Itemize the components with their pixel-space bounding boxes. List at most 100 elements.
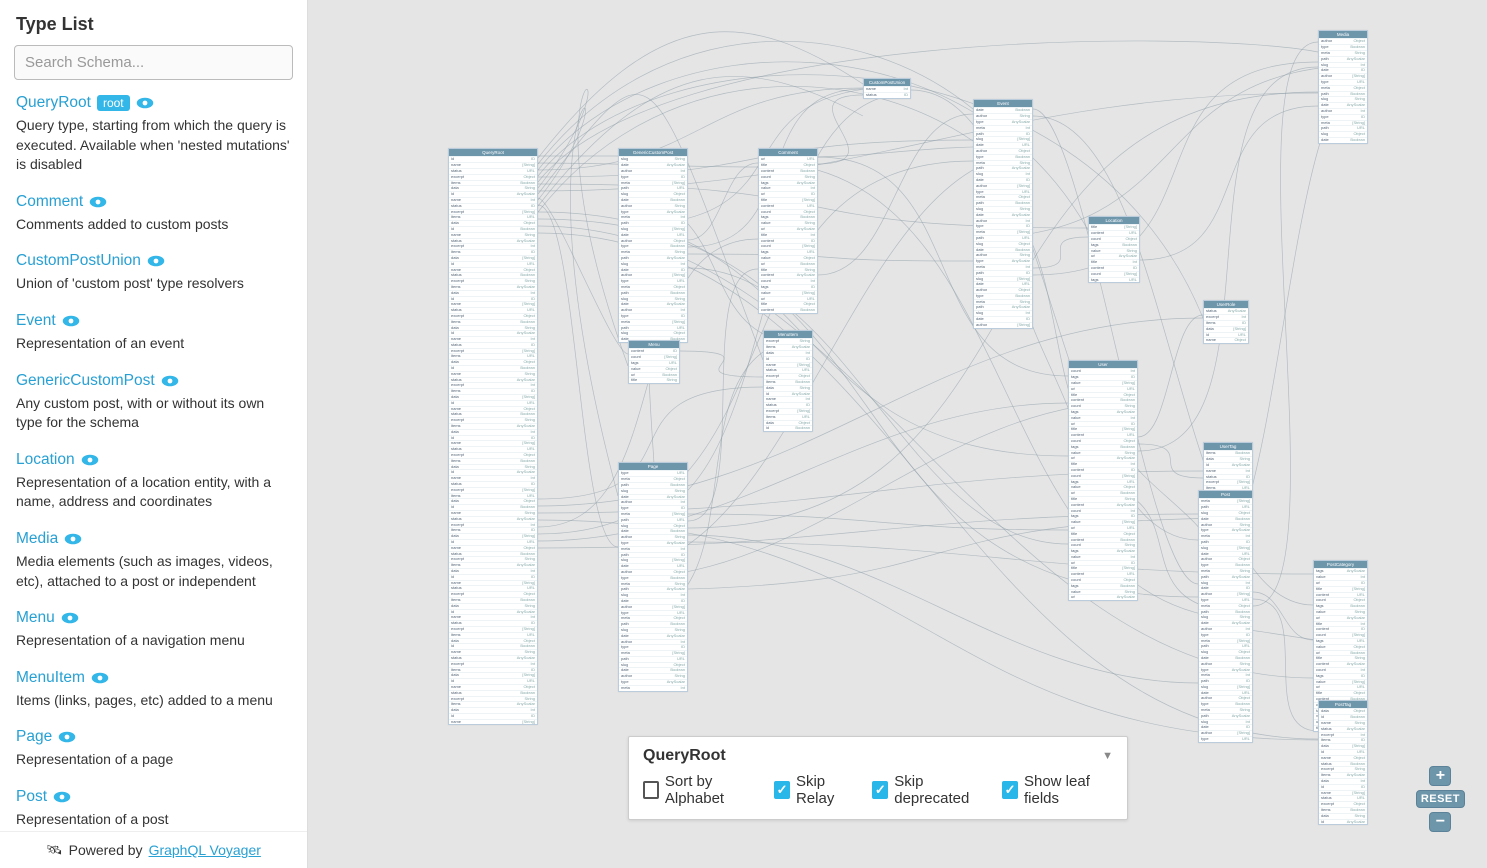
node-header: User — [1069, 361, 1137, 368]
node-header: GenericCustomPost — [619, 149, 687, 156]
graph-canvas[interactable]: QueryRootidIDname[String]statusURLexcerp… — [308, 0, 1487, 868]
eye-icon[interactable] — [62, 314, 80, 328]
type-link[interactable]: Page — [16, 728, 52, 746]
search-input[interactable] — [14, 45, 293, 80]
eye-icon[interactable] — [81, 453, 99, 467]
node-header: Menu — [629, 341, 679, 348]
type-description: Representation of a page — [16, 750, 291, 770]
checkbox-icon — [872, 781, 888, 799]
node-header: Location — [1089, 217, 1139, 224]
type-item-queryroot: QueryRoot root Query type, starting from w… — [16, 94, 291, 175]
bottom-toolbar: QueryRoot ▼ Sort by Alphabet Skip Relay Sk… — [628, 736, 1128, 820]
type-link[interactable]: QueryRoot — [16, 94, 91, 112]
type-link[interactable]: Comment — [16, 193, 83, 211]
type-item-custompostunion: CustomPostUnionUnion of 'custom post' ty… — [16, 252, 291, 294]
checkbox-icon — [1002, 781, 1018, 799]
root-type-name: QueryRoot — [643, 747, 726, 765]
option-show-leaf-fields[interactable]: Show leaf fields — [1002, 773, 1113, 807]
node-header: Media — [1319, 31, 1367, 38]
graph-node-page[interactable]: PagetypeURLmetaObjectpathBooleanslugStri… — [618, 462, 688, 692]
chevron-down-icon: ▼ — [1102, 750, 1113, 762]
type-link[interactable]: Event — [16, 312, 56, 330]
eye-icon[interactable] — [89, 195, 107, 209]
node-header: QueryRoot — [449, 149, 537, 156]
graph-node-userrole[interactable]: UserRolestatusAnyScalarexcerptIntitemsID… — [1203, 300, 1249, 344]
node-header: PostCategory — [1314, 561, 1367, 568]
zoom-controls: + RESET − — [1416, 766, 1465, 832]
type-description: Any custom post, with or without its own… — [16, 394, 291, 433]
type-item-location: Location Representation of a location ent… — [16, 451, 291, 512]
type-link[interactable]: GenericCustomPost — [16, 372, 155, 390]
type-description: Representation of a location entity, wit… — [16, 473, 291, 512]
type-description: Items (links, pages, etc) added to a men… — [16, 691, 291, 711]
sidebar-title: Type List — [0, 0, 307, 45]
option-sort-by-alphabet[interactable]: Sort by Alphabet — [643, 773, 758, 807]
option-label: Sort by Alphabet — [665, 773, 758, 807]
node-header: Comment — [759, 149, 817, 156]
zoom-reset-button[interactable]: RESET — [1416, 790, 1465, 808]
checkbox-icon — [643, 781, 659, 799]
option-label: Skip Relay — [796, 773, 856, 807]
type-description: Media elements (such as images, videos, … — [16, 552, 291, 591]
eye-icon[interactable] — [61, 611, 79, 625]
type-item-event: Event Representation of an event — [16, 312, 291, 354]
node-header: Page — [619, 463, 687, 470]
eye-icon[interactable] — [58, 730, 76, 744]
graph-node-post[interactable]: Postmeta[String]pathURLslugObjectdateBoo… — [1198, 490, 1253, 743]
graph-node-queryroot[interactable]: QueryRootidIDname[String]statusURLexcerp… — [448, 148, 538, 725]
search-wrap — [0, 45, 307, 90]
type-link[interactable]: Location — [16, 451, 75, 469]
option-skip-deprecated[interactable]: Skip deprecated — [872, 773, 986, 807]
graph-node-comment[interactable]: CommenturlURLtitleObjectcontentBooleanco… — [758, 148, 818, 314]
graph-node-media[interactable]: MediaauthorObjecttypeBooleanmetaStringpa… — [1318, 30, 1368, 144]
type-link[interactable]: Menu — [16, 609, 55, 627]
eye-icon[interactable] — [147, 254, 165, 268]
type-description: Query type, starting from which the quer… — [16, 116, 291, 175]
eye-icon[interactable] — [64, 532, 82, 546]
graph-node-custompostunion[interactable]: CustomPostUnionnameIntstatusID — [863, 78, 911, 99]
type-link[interactable]: Media — [16, 530, 58, 548]
graph-node-posttag[interactable]: PostTagdataObjectidBooleannameStringstat… — [1318, 700, 1368, 825]
eye-icon[interactable] — [136, 96, 154, 110]
type-item-comment: Comment Comments added to custom posts — [16, 193, 291, 235]
graph-node-user[interactable]: UsercountInttagsIDvalue[String]urlURLtit… — [1068, 360, 1138, 601]
type-item-genericcustompost: GenericCustomPost Any custom post, with o… — [16, 372, 291, 433]
graph-node-location[interactable]: Locationtitle[String]contentURLcountObje… — [1088, 216, 1140, 283]
zoom-in-button[interactable]: + — [1429, 766, 1451, 786]
type-description: Representation of a post — [16, 810, 291, 830]
type-link[interactable]: MenuItem — [16, 669, 85, 687]
root-badge: root — [97, 95, 130, 111]
type-item-menuitem: MenuItem Items (links, pages, etc) added … — [16, 669, 291, 711]
toolbar-options: Sort by Alphabet Skip Relay Skip deprecate… — [643, 773, 1113, 807]
voyager-icon: 🛰 — [46, 842, 63, 858]
node-header: CustomPostUnion — [864, 79, 910, 86]
footer-link[interactable]: GraphQL Voyager — [149, 842, 261, 858]
footer: 🛰 Powered by GraphQL Voyager — [0, 831, 307, 868]
graph-node-event[interactable]: EventdateBooleanauthorStringtypeAnyScala… — [973, 99, 1033, 329]
node-header: UserRole — [1204, 301, 1248, 308]
option-label: Skip deprecated — [894, 773, 986, 807]
type-item-media: Media Media elements (such as images, vid… — [16, 530, 291, 591]
zoom-out-button[interactable]: − — [1429, 812, 1451, 832]
root-type-selector[interactable]: QueryRoot ▼ — [643, 747, 1113, 765]
eye-icon[interactable] — [91, 671, 109, 685]
type-link[interactable]: Post — [16, 788, 47, 806]
type-item-post: Post Representation of a post — [16, 788, 291, 830]
node-header: UserTag — [1204, 443, 1252, 450]
eye-icon[interactable] — [53, 790, 71, 804]
type-description: Comments added to custom posts — [16, 215, 291, 235]
type-link[interactable]: CustomPostUnion — [16, 252, 141, 270]
graph-node-menu[interactable]: MenucontentIDcount[String]tagsURLvalueOb… — [628, 340, 680, 384]
type-list[interactable]: QueryRoot root Query type, starting from w… — [0, 90, 307, 831]
node-header: Post — [1199, 491, 1252, 498]
footer-prefix: Powered by — [69, 842, 143, 858]
type-item-menu: Menu Representation of a navigation menu — [16, 609, 291, 651]
type-description: Representation of an event — [16, 334, 291, 354]
type-item-page: Page Representation of a page — [16, 728, 291, 770]
graph-node-menuitem[interactable]: MenuItemexcerptStringitemsAnyScalardataI… — [763, 330, 813, 432]
graph-node-genericcustompost[interactable]: GenericCustomPostslugStringdateAnyScalar… — [618, 148, 688, 343]
option-skip-relay[interactable]: Skip Relay — [774, 773, 856, 807]
node-header: MenuItem — [764, 331, 812, 338]
type-description: Representation of a navigation menu — [16, 631, 291, 651]
eye-icon[interactable] — [161, 374, 179, 388]
